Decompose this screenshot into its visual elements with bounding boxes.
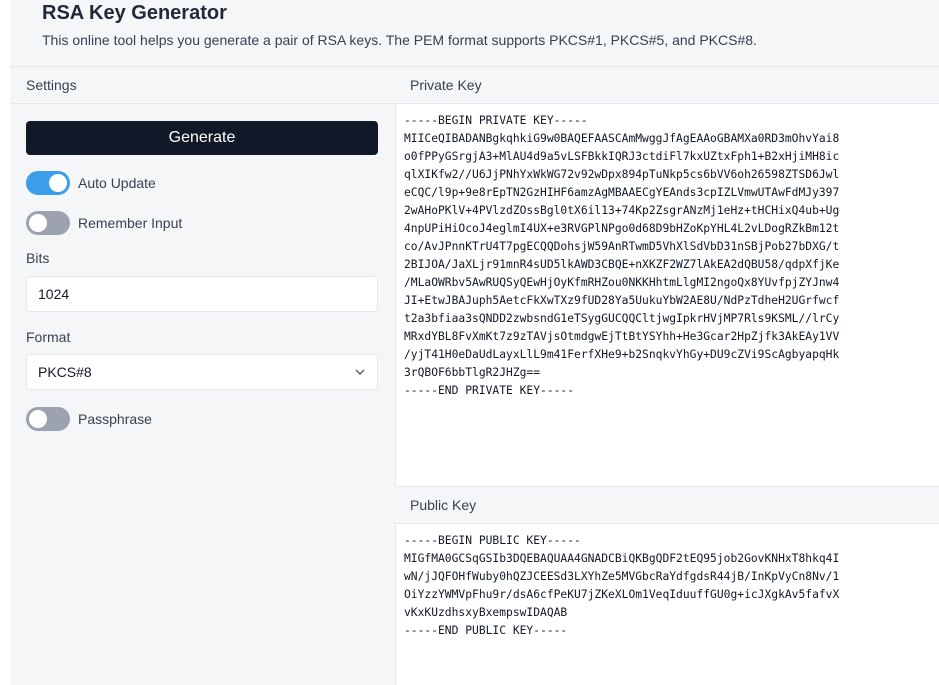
auto-update-row: Auto Update xyxy=(26,170,156,196)
public-key-heading: Public Key xyxy=(410,497,477,513)
header: RSA Key Generator This online tool helps… xyxy=(10,0,939,66)
settings-panel: Generate Auto Update Remember Input Bits… xyxy=(10,104,395,685)
toggle-knob xyxy=(49,174,67,192)
page-title: RSA Key Generator xyxy=(42,2,227,24)
private-key-header: Private Key xyxy=(395,66,939,104)
private-key-output[interactable]: -----BEGIN PRIVATE KEY----- MIICeQIBADAN… xyxy=(395,104,939,486)
auto-update-toggle[interactable] xyxy=(26,171,70,195)
format-selected-value: PKCS#8 xyxy=(38,364,92,380)
bits-input[interactable]: 1024 xyxy=(26,276,378,312)
remember-input-toggle[interactable] xyxy=(26,211,70,235)
page: RSA Key Generator This online tool helps… xyxy=(10,0,939,685)
public-key-text: -----BEGIN PUBLIC KEY----- MIGfMA0GCSqGS… xyxy=(404,534,840,637)
remember-input-row: Remember Input xyxy=(26,210,182,236)
toggle-knob xyxy=(29,214,47,232)
chevron-down-icon xyxy=(355,369,365,376)
auto-update-label: Auto Update xyxy=(78,175,156,191)
toggle-knob xyxy=(29,410,47,428)
generate-button[interactable]: Generate xyxy=(26,121,378,155)
remember-input-label: Remember Input xyxy=(78,215,183,231)
format-label: Format xyxy=(26,329,71,345)
settings-header: Settings xyxy=(10,66,395,104)
public-key-output[interactable]: -----BEGIN PUBLIC KEY----- MIGfMA0GCSqGS… xyxy=(395,524,939,685)
private-key-text: -----BEGIN PRIVATE KEY----- MIICeQIBADAN… xyxy=(404,114,840,397)
passphrase-label: Passphrase xyxy=(78,411,152,427)
passphrase-toggle[interactable] xyxy=(26,407,70,431)
page-subtitle: This online tool helps you generate a pa… xyxy=(42,32,757,48)
settings-heading: Settings xyxy=(26,77,77,93)
bits-label: Bits xyxy=(26,250,50,266)
private-key-heading: Private Key xyxy=(410,77,482,93)
public-key-header: Public Key xyxy=(395,486,939,524)
format-select[interactable]: PKCS#8 xyxy=(26,354,378,390)
passphrase-row: Passphrase xyxy=(26,406,152,432)
